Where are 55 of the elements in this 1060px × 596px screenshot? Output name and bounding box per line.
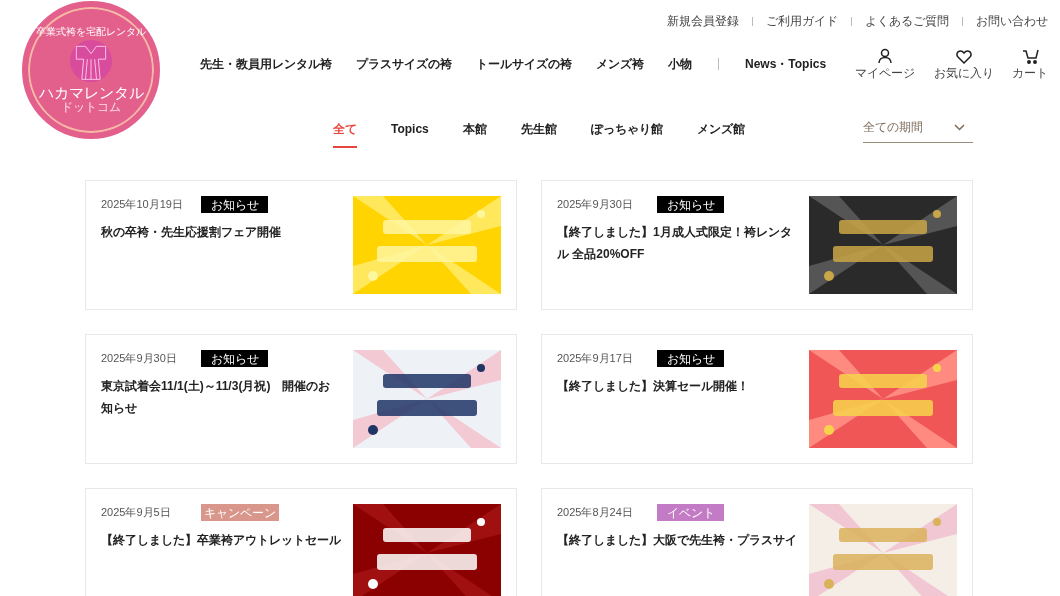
filter-tab[interactable]: 先生館 (520, 120, 557, 148)
nav-link[interactable]: プラスサイズの袴 (356, 55, 452, 73)
post-title[interactable]: 秋の卒袴・先生応援割フェア開催 (101, 221, 341, 243)
utility-link[interactable]: ご利用ガイド (766, 12, 838, 30)
category-tag: お知らせ (201, 196, 268, 213)
post-date: 2025年9月5日 (101, 505, 172, 521)
account-label: お気に入り (933, 65, 994, 82)
chevron-down-icon (954, 123, 965, 131)
hakama-icon (69, 39, 113, 83)
nav-link[interactable]: 小物 (668, 55, 692, 73)
filter-tab[interactable]: 全て (333, 120, 357, 148)
post-date: 2025年10月19日 (101, 197, 184, 213)
nav-link[interactable]: トールサイズの袴 (476, 55, 572, 73)
logo-subtitle: ドットコム (61, 101, 121, 113)
utility-link[interactable]: お問い合わせ (976, 12, 1048, 30)
news-card[interactable]: 2025年9月30日 お知らせ 【終了しました】1月成人式限定！袴レンタル 全品20%OFF (541, 180, 973, 310)
nav-link[interactable]: メンズ袴 (596, 55, 644, 73)
category-tag: キャンペーン (201, 504, 279, 521)
logo-tagline: 卒業式袴を宅配レンタル (36, 27, 146, 37)
account-link[interactable]: カート (1012, 46, 1048, 82)
post-title[interactable]: 【終了しました】卒業袴アウトレットセール (101, 529, 341, 551)
post-title[interactable]: 東京試着会11/1(土)～11/3(月祝) 開催のお知らせ (101, 375, 341, 419)
news-card[interactable]: 2025年9月5日 キャンペーン 【終了しました】卒業袴アウトレットセール (85, 488, 517, 596)
filter-tab[interactable]: Topics (391, 120, 429, 148)
news-card[interactable]: 2025年10月19日 お知らせ 秋の卒袴・先生応援割フェア開催 (85, 180, 517, 310)
category-tag: お知らせ (657, 196, 724, 213)
post-title[interactable]: 【終了しました】1月成人式限定！袴レンタル 全品20%OFF (557, 221, 797, 265)
post-date: 2025年9月30日 (557, 197, 634, 213)
news-card[interactable]: 2025年8月24日 イベント 【終了しました】大阪で先生袴・プラスサイ (541, 488, 973, 596)
post-title[interactable]: 【終了しました】大阪で先生袴・プラスサイ (557, 529, 797, 551)
post-date: 2025年9月30日 (101, 351, 178, 367)
account-link[interactable]: お気に入り (933, 47, 994, 82)
logo-name: ハカマレンタル (38, 85, 144, 100)
account-label: カート (1012, 65, 1048, 82)
category-tag: お知らせ (657, 350, 724, 367)
account-label: マイページ (855, 65, 915, 82)
person-icon (877, 48, 893, 64)
post-title[interactable]: 【終了しました】決算セール開催！ (557, 375, 797, 397)
period-select[interactable]: 全ての期間 (863, 118, 973, 143)
news-card[interactable]: 2025年9月30日 お知らせ 東京試着会11/1(土)～11/3(月祝) 開催のお知らせ (85, 334, 517, 464)
nav-link[interactable]: News・Topics (745, 55, 827, 73)
account-link[interactable]: マイページ (855, 46, 915, 82)
post-date: 2025年8月24日 (557, 505, 634, 521)
post-date: 2025年9月17日 (557, 351, 634, 367)
heart-icon (955, 49, 972, 64)
utility-link[interactable]: よくあるご質問 (865, 12, 949, 30)
category-tag: イベント (657, 504, 724, 521)
filter-tab[interactable]: メンズ館 (696, 120, 745, 148)
cart-icon (1021, 48, 1039, 64)
filter-tab[interactable]: 本館 (462, 120, 487, 148)
filter-tab[interactable]: ぽっちゃり館 (590, 120, 663, 148)
utility-link[interactable]: 新規会員登録 (667, 12, 739, 30)
category-tag: お知らせ (201, 350, 268, 367)
nav-link[interactable]: 先生・教員用レンタル袴 (200, 55, 332, 73)
news-card[interactable]: 2025年9月17日 お知らせ 【終了しました】決算セール開催！ (541, 334, 973, 464)
